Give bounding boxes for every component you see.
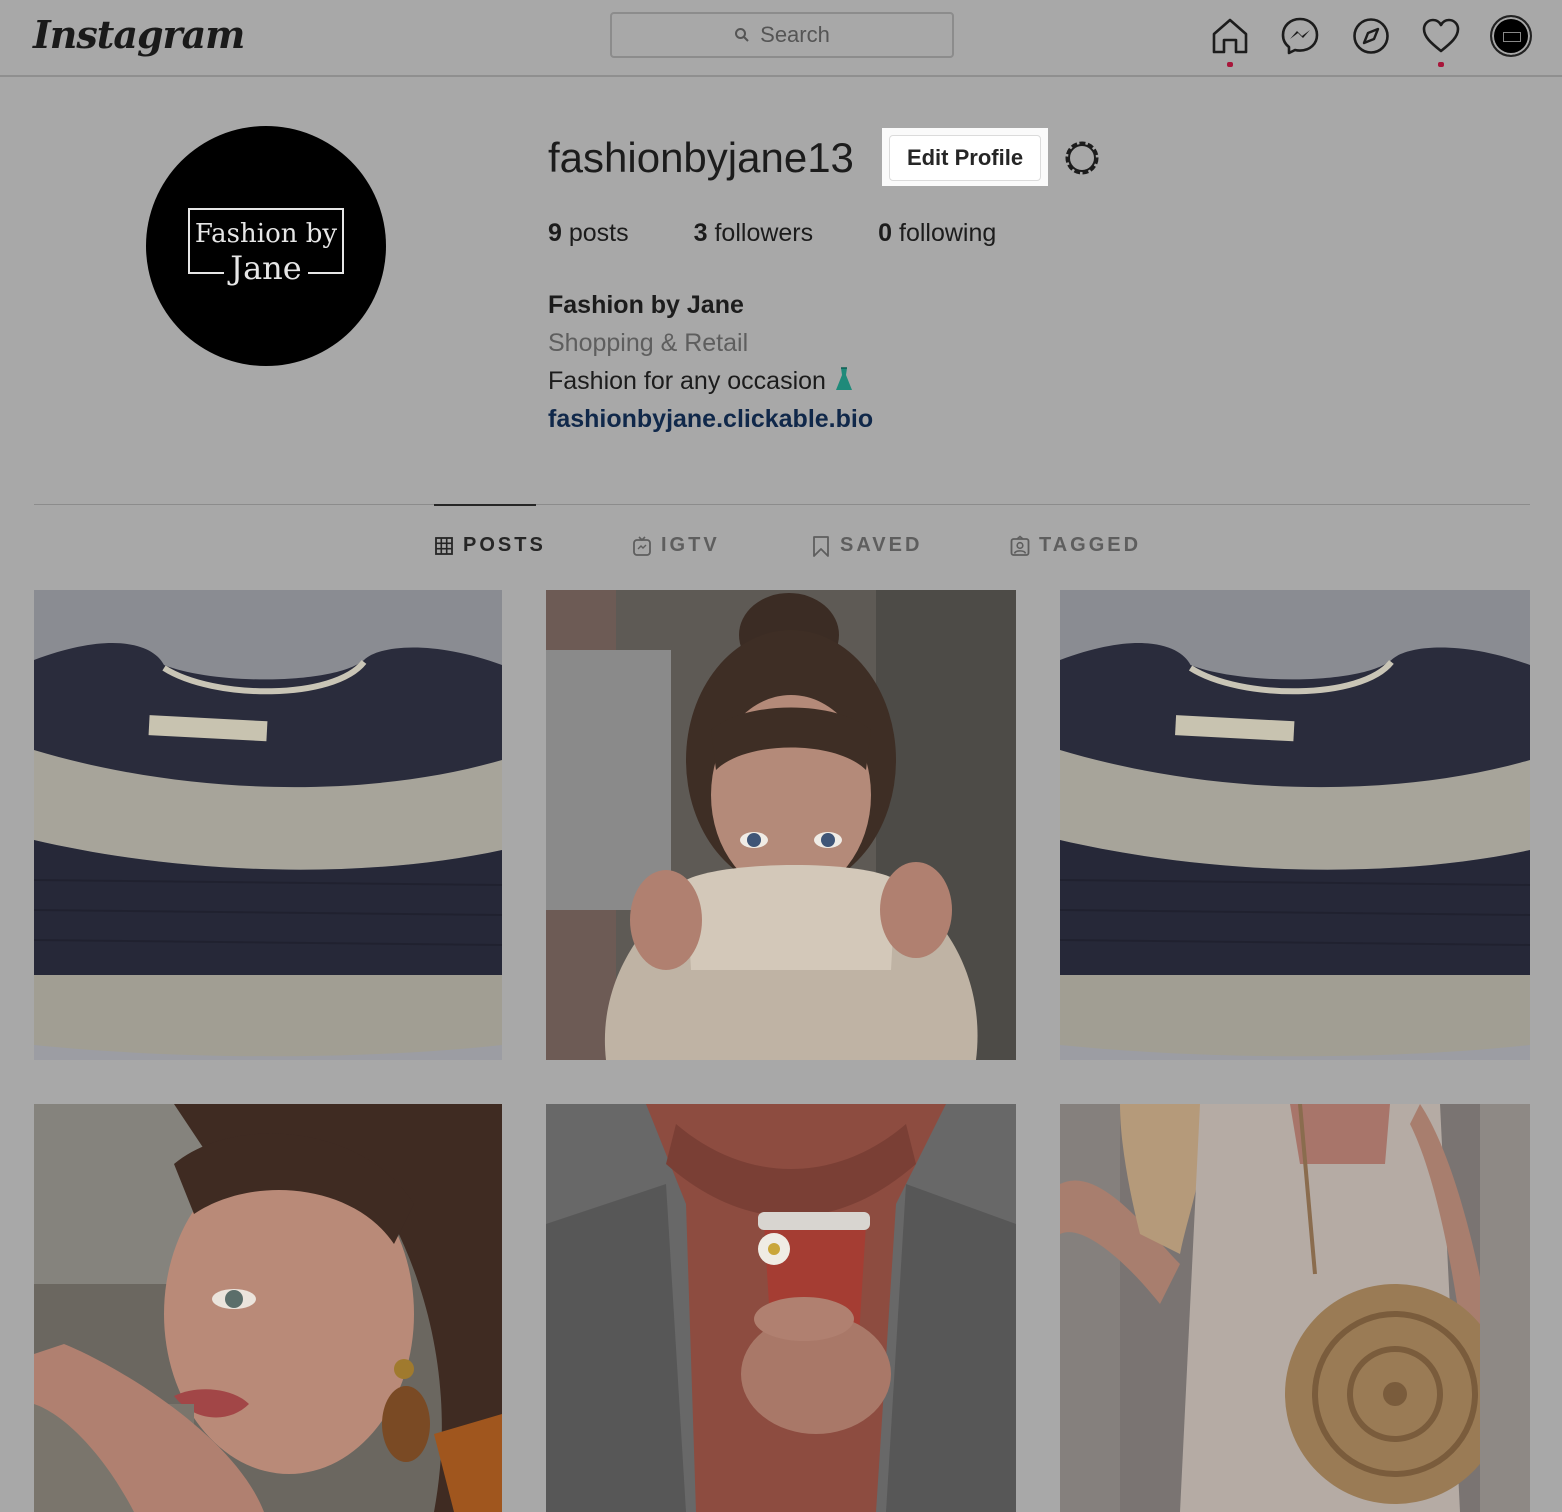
tab-saved-label: SAVED: [840, 534, 923, 556]
tab-tagged-label: TAGGED: [1039, 534, 1142, 556]
explore-button[interactable]: [1351, 16, 1391, 56]
post-thumbnail[interactable]: [1060, 590, 1530, 1060]
tab-igtv[interactable]: IGTV: [632, 534, 720, 557]
activity-heart-icon: [1422, 18, 1460, 53]
home-button[interactable]: [1210, 16, 1250, 56]
profile-full-name: Fashion by Jane: [548, 291, 744, 319]
profile-avatar[interactable]: Fashion by Jane: [146, 126, 386, 366]
activity-button[interactable]: [1421, 16, 1461, 56]
profile-description: Fashion for any occasion: [548, 362, 873, 400]
search-icon: [735, 28, 749, 42]
followers-link[interactable]: 3 followers: [694, 219, 814, 248]
home-notification-dot: [1227, 62, 1233, 67]
settings-gear-icon[interactable]: [1062, 138, 1102, 178]
post-image-sweater: [34, 590, 502, 1060]
active-tab-indicator: [434, 504, 536, 506]
home-icon: [1212, 18, 1248, 54]
tab-posts[interactable]: POSTS: [434, 534, 546, 557]
activity-notification-dot: [1438, 62, 1444, 67]
tagged-icon: [1010, 535, 1030, 556]
top-navigation-bar: Instagram Search: [0, 0, 1562, 77]
profile-category: Shopping & Retail: [548, 329, 749, 357]
tab-saved[interactable]: SAVED: [811, 534, 922, 557]
post-image-dress-bag: [1060, 1104, 1530, 1512]
profile-website-link[interactable]: fashionbyjane.clickable.bio: [548, 400, 873, 438]
edit-profile-button[interactable]: Edit Profile: [889, 135, 1041, 181]
post-thumbnail[interactable]: [34, 590, 502, 1060]
post-image-sweater: [1060, 590, 1530, 1060]
dress-emoji-icon: [835, 367, 852, 390]
search-input[interactable]: Search: [610, 12, 954, 58]
posts-count: 9 posts: [548, 219, 629, 247]
igtv-icon: [633, 535, 651, 556]
profile-stats: 9 posts 3 followers 0 following: [548, 219, 1061, 248]
avatar-logo-line2: Jane: [224, 246, 308, 290]
profile-bio: Fashion by Jane Shopping & Retail Fashio…: [548, 286, 873, 438]
following-link[interactable]: 0 following: [878, 219, 996, 248]
bookmark-icon: [813, 535, 829, 557]
post-thumbnail[interactable]: [1060, 1104, 1530, 1512]
search-placeholder: Search: [760, 22, 830, 47]
grid-icon: [435, 536, 453, 555]
messenger-icon: [1281, 17, 1319, 55]
tab-tagged[interactable]: TAGGED: [1010, 534, 1141, 557]
instagram-logo[interactable]: Instagram: [33, 12, 245, 57]
avatar-logo-line1: Fashion by: [194, 219, 338, 249]
profile-avatar-button[interactable]: [1490, 15, 1532, 57]
explore-icon: [1353, 18, 1389, 54]
tab-igtv-label: IGTV: [661, 534, 720, 556]
post-image-scarf-coffee: [546, 1104, 1016, 1512]
post-thumbnail[interactable]: [546, 1104, 1016, 1512]
avatar-logo: Fashion by Jane: [146, 214, 386, 293]
post-image-portrait: [34, 1104, 502, 1512]
profile-username: fashionbyjane13: [548, 134, 854, 181]
post-thumbnail[interactable]: [34, 1104, 502, 1512]
post-thumbnail[interactable]: [546, 590, 1016, 1060]
tabs-divider: [34, 504, 1530, 505]
tab-posts-label: POSTS: [463, 534, 546, 556]
post-image-woman-sweater: [546, 590, 1016, 1060]
messenger-button[interactable]: [1280, 16, 1320, 56]
